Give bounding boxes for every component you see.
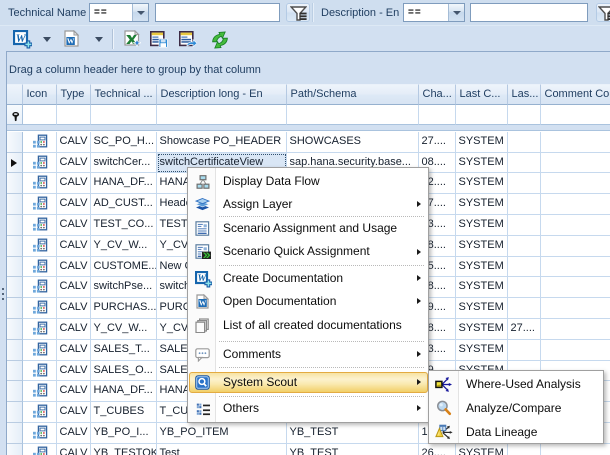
svg-text:W: W — [199, 299, 207, 308]
svg-text:W: W — [67, 37, 75, 46]
